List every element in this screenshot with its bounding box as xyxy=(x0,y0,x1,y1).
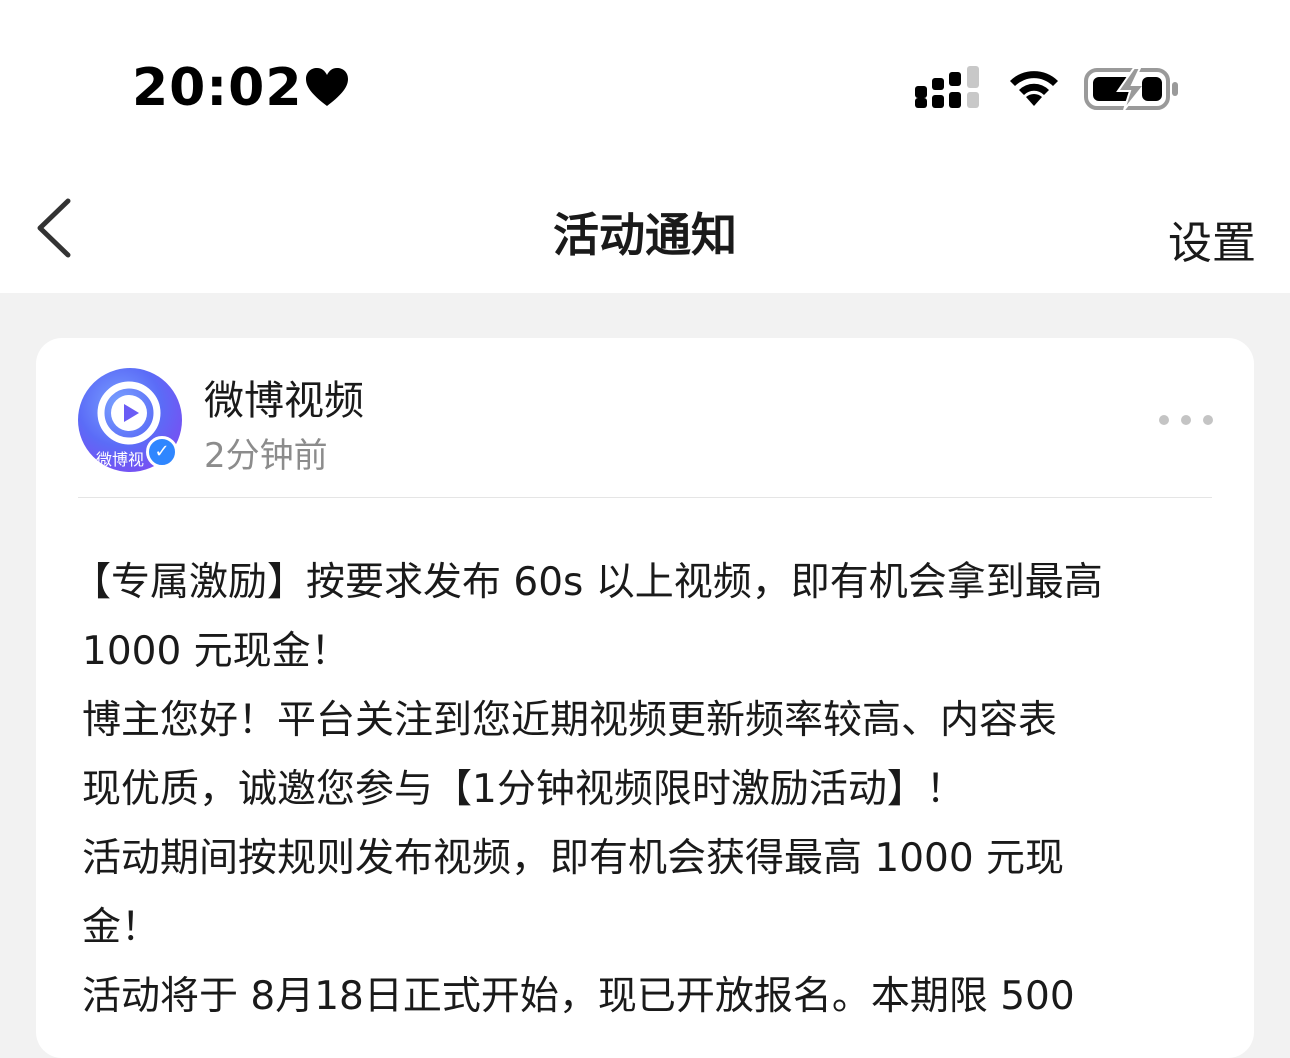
nav-bar: 活动通知 设置 xyxy=(0,165,1290,293)
avatar-label: 微博视 xyxy=(96,450,145,469)
message-line: 活动将于 8月18日正式开始，现已开放报名。本期限 500 xyxy=(82,974,1075,1019)
notification-card[interactable]: 微博视 ✓ 微博视频 2分钟前 【专属激励】按要求发布 60s 以上视频，即有机… xyxy=(36,338,1254,1058)
status-bar: 20:02 xyxy=(0,0,1290,165)
message-line: 1000 元现金！ xyxy=(82,629,350,674)
verified-badge-icon: ✓ xyxy=(146,436,178,468)
divider xyxy=(78,497,1212,498)
message-body: 【专属激励】按要求发布 60s 以上视频，即有机会拿到最高 1000 元现金！ … xyxy=(72,548,1222,1031)
status-time: 20:02 xyxy=(132,58,303,118)
cellular-signal-icon xyxy=(915,66,979,108)
more-options-icon[interactable] xyxy=(1156,412,1216,428)
message-line: 活动期间按规则发布视频，即有机会获得最高 1000 元现 xyxy=(82,836,1065,881)
post-timestamp: 2分钟前 xyxy=(204,436,328,476)
settings-button[interactable]: 设置 xyxy=(1168,207,1256,271)
message-line: 博主您好！平台关注到您近期视频更新频率较高、内容表 xyxy=(82,698,1058,743)
message-line: 【专属激励】按要求发布 60s 以上视频，即有机会拿到最高 xyxy=(72,560,1103,605)
page-title: 活动通知 xyxy=(553,208,737,262)
wifi-icon xyxy=(1010,71,1058,106)
message-line: 金！ xyxy=(82,905,161,950)
battery-charging-icon xyxy=(1084,67,1178,110)
message-line: 现优质，诚邀您参与【1分钟视频限时激励活动】！ xyxy=(82,767,965,812)
author-name[interactable]: 微博视频 xyxy=(204,368,364,426)
heart-icon xyxy=(306,68,348,106)
